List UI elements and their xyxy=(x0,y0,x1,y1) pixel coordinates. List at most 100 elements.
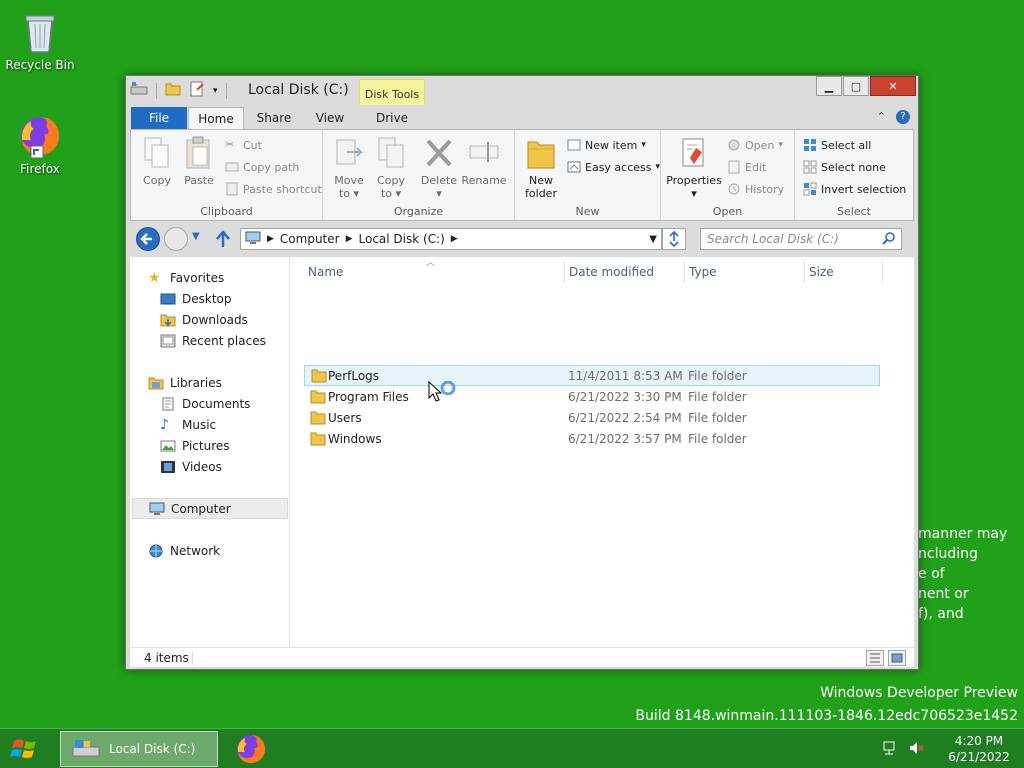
file-row-perflogs[interactable]: PerfLogs 11/4/2011 8:53 AM File folder xyxy=(304,365,880,386)
nav-item-favorites[interactable]: ★ Favorites xyxy=(148,267,224,288)
properties-button[interactable]: Properties ▾ xyxy=(665,136,723,200)
address-bar[interactable]: ▶ Computer ▶ Local Disk (C:) ▶ ▼ xyxy=(240,228,662,250)
nav-item-libraries[interactable]: Libraries xyxy=(148,372,222,393)
documents-icon xyxy=(160,397,176,411)
breadcrumb-local-disk[interactable]: Local Disk (C:) xyxy=(359,232,445,246)
minimize-ribbon-icon[interactable]: ⌃ xyxy=(877,110,886,124)
move-to-label: Move xyxy=(334,174,364,187)
select-all-button[interactable]: Select all xyxy=(803,138,871,152)
copy-to-button[interactable]: Copy to ▾ xyxy=(373,136,409,200)
column-divider[interactable] xyxy=(564,261,565,283)
new-folder-label-2: folder xyxy=(525,187,557,200)
background-text-line: nent or xyxy=(918,586,969,602)
help-icon[interactable]: ? xyxy=(896,110,910,124)
cut-button[interactable]: ✂ Cut xyxy=(225,138,262,152)
computer-icon xyxy=(149,502,165,516)
chevron-right-icon[interactable]: ▶ xyxy=(451,234,458,244)
column-divider[interactable] xyxy=(882,261,883,283)
recent-locations-dropdown[interactable]: ▼ xyxy=(192,231,200,242)
customize-qat-icon[interactable]: ▾ xyxy=(213,86,218,96)
maximize-button[interactable]: ▢ xyxy=(843,76,869,96)
column-header-type[interactable]: Type xyxy=(689,265,717,279)
address-dropdown-icon[interactable]: ▼ xyxy=(649,234,657,245)
group-label-clipboard: Clipboard xyxy=(200,205,253,218)
taskbar-item-explorer[interactable]: Local Disk (C:) xyxy=(60,731,218,767)
chevron-right-icon[interactable]: ▶ xyxy=(267,234,274,244)
tab-file[interactable]: File xyxy=(131,107,187,129)
copy-button[interactable]: Copy xyxy=(139,136,175,187)
properties-qat-icon[interactable] xyxy=(189,81,205,100)
select-none-button[interactable]: Select none xyxy=(803,160,886,174)
window-drive-icon[interactable] xyxy=(130,81,148,100)
nav-item-pictures[interactable]: Pictures xyxy=(160,435,230,456)
file-row-windows[interactable]: Windows 6/21/2022 3:57 PM File folder xyxy=(304,429,880,450)
forward-button[interactable] xyxy=(164,227,188,251)
file-row-program-files[interactable]: Program Files 6/21/2022 3:30 PM File fol… xyxy=(304,387,880,408)
invert-selection-button[interactable]: Invert selection xyxy=(803,182,906,196)
desktop-icon-recycle-bin[interactable]: Recycle Bin xyxy=(0,8,80,72)
nav-item-documents[interactable]: Documents xyxy=(160,393,250,414)
chevron-right-icon[interactable]: ▶ xyxy=(346,234,353,244)
tab-share[interactable]: Share xyxy=(246,107,302,129)
refresh-button[interactable] xyxy=(662,228,686,250)
search-icon[interactable] xyxy=(882,232,896,249)
desktop-icon-firefox[interactable]: Firefox xyxy=(0,112,80,176)
window-controls: ▁ ▢ ✕ xyxy=(815,76,916,96)
taskbar-item-firefox[interactable] xyxy=(234,732,268,766)
up-button[interactable] xyxy=(214,229,232,252)
tab-view[interactable]: View xyxy=(302,107,358,129)
history-button[interactable]: History xyxy=(727,182,784,196)
nav-item-videos[interactable]: Videos xyxy=(160,456,222,477)
network-tray-icon[interactable] xyxy=(882,740,898,759)
quick-access-toolbar: ▾ xyxy=(130,81,227,100)
tab-drive[interactable]: Drive xyxy=(362,107,422,129)
chevron-down-icon: ▾ xyxy=(641,140,646,150)
rename-button[interactable]: Rename xyxy=(461,136,507,187)
nav-item-network[interactable]: Network xyxy=(148,540,220,561)
column-header-date-modified[interactable]: Date modified xyxy=(569,265,654,279)
nav-item-label: Videos xyxy=(182,459,222,474)
nav-item-computer[interactable]: Computer xyxy=(132,498,288,519)
start-button[interactable] xyxy=(8,735,48,763)
column-divider[interactable] xyxy=(804,261,805,283)
nav-item-label: Network xyxy=(170,543,221,558)
title-bar[interactable]: ▾ Local Disk (C:) Disk Tools ▁ ▢ ✕ xyxy=(126,76,918,106)
nav-item-downloads[interactable]: Downloads xyxy=(160,309,248,330)
column-header-size[interactable]: Size xyxy=(809,265,834,279)
details-view-button[interactable] xyxy=(866,650,884,666)
easy-access-button[interactable]: Easy access ▾ xyxy=(567,160,660,174)
column-header-name[interactable]: Name xyxy=(308,265,343,279)
paste-button[interactable]: Paste xyxy=(181,136,217,187)
group-new: New folder New item ▾ Easy access ▾ New xyxy=(515,130,661,220)
breadcrumb-computer[interactable]: Computer xyxy=(280,232,340,246)
navigation-bar: ▼ ▶ Computer ▶ Local Disk (C:) ▶ ▼ Searc… xyxy=(130,225,914,253)
move-to-button[interactable]: Move to ▾ xyxy=(331,136,367,200)
folder-icon[interactable] xyxy=(165,81,181,100)
back-button[interactable] xyxy=(136,227,160,251)
search-input[interactable]: Search Local Disk (C:) xyxy=(700,228,902,250)
nav-item-recent-places[interactable]: Recent places xyxy=(160,330,266,351)
group-label-select: Select xyxy=(837,205,871,218)
delete-button[interactable]: Delete ▾ xyxy=(419,136,459,200)
close-button[interactable]: ✕ xyxy=(870,76,916,96)
paste-shortcut-button[interactable]: Paste shortcut xyxy=(225,182,322,196)
chevron-down-icon: ▾ xyxy=(778,140,783,150)
nav-item-desktop[interactable]: Desktop xyxy=(160,288,232,309)
clock[interactable]: 4:20 PM 6/21/2022 xyxy=(934,733,1024,765)
tab-home[interactable]: Home xyxy=(188,107,244,130)
new-folder-button[interactable]: New folder xyxy=(521,136,561,200)
item-count: 4 items xyxy=(144,651,189,665)
large-icons-view-button[interactable] xyxy=(888,650,906,666)
column-divider[interactable] xyxy=(684,261,685,283)
history-label: History xyxy=(745,182,785,196)
copy-path-button[interactable]: Copy path xyxy=(225,160,299,174)
volume-muted-icon[interactable] xyxy=(908,740,926,759)
select-all-label: Select all xyxy=(821,138,872,152)
file-row-users[interactable]: Users 6/21/2022 2:54 PM File folder xyxy=(304,408,880,429)
open-button[interactable]: Open ▾ xyxy=(727,138,783,152)
nav-item-music[interactable]: ♪ Music xyxy=(160,414,216,435)
edit-button[interactable]: Edit xyxy=(727,160,766,174)
file-name: Windows xyxy=(328,432,382,446)
minimize-button[interactable]: ▁ xyxy=(816,76,842,96)
new-item-button[interactable]: New item ▾ xyxy=(567,138,646,152)
